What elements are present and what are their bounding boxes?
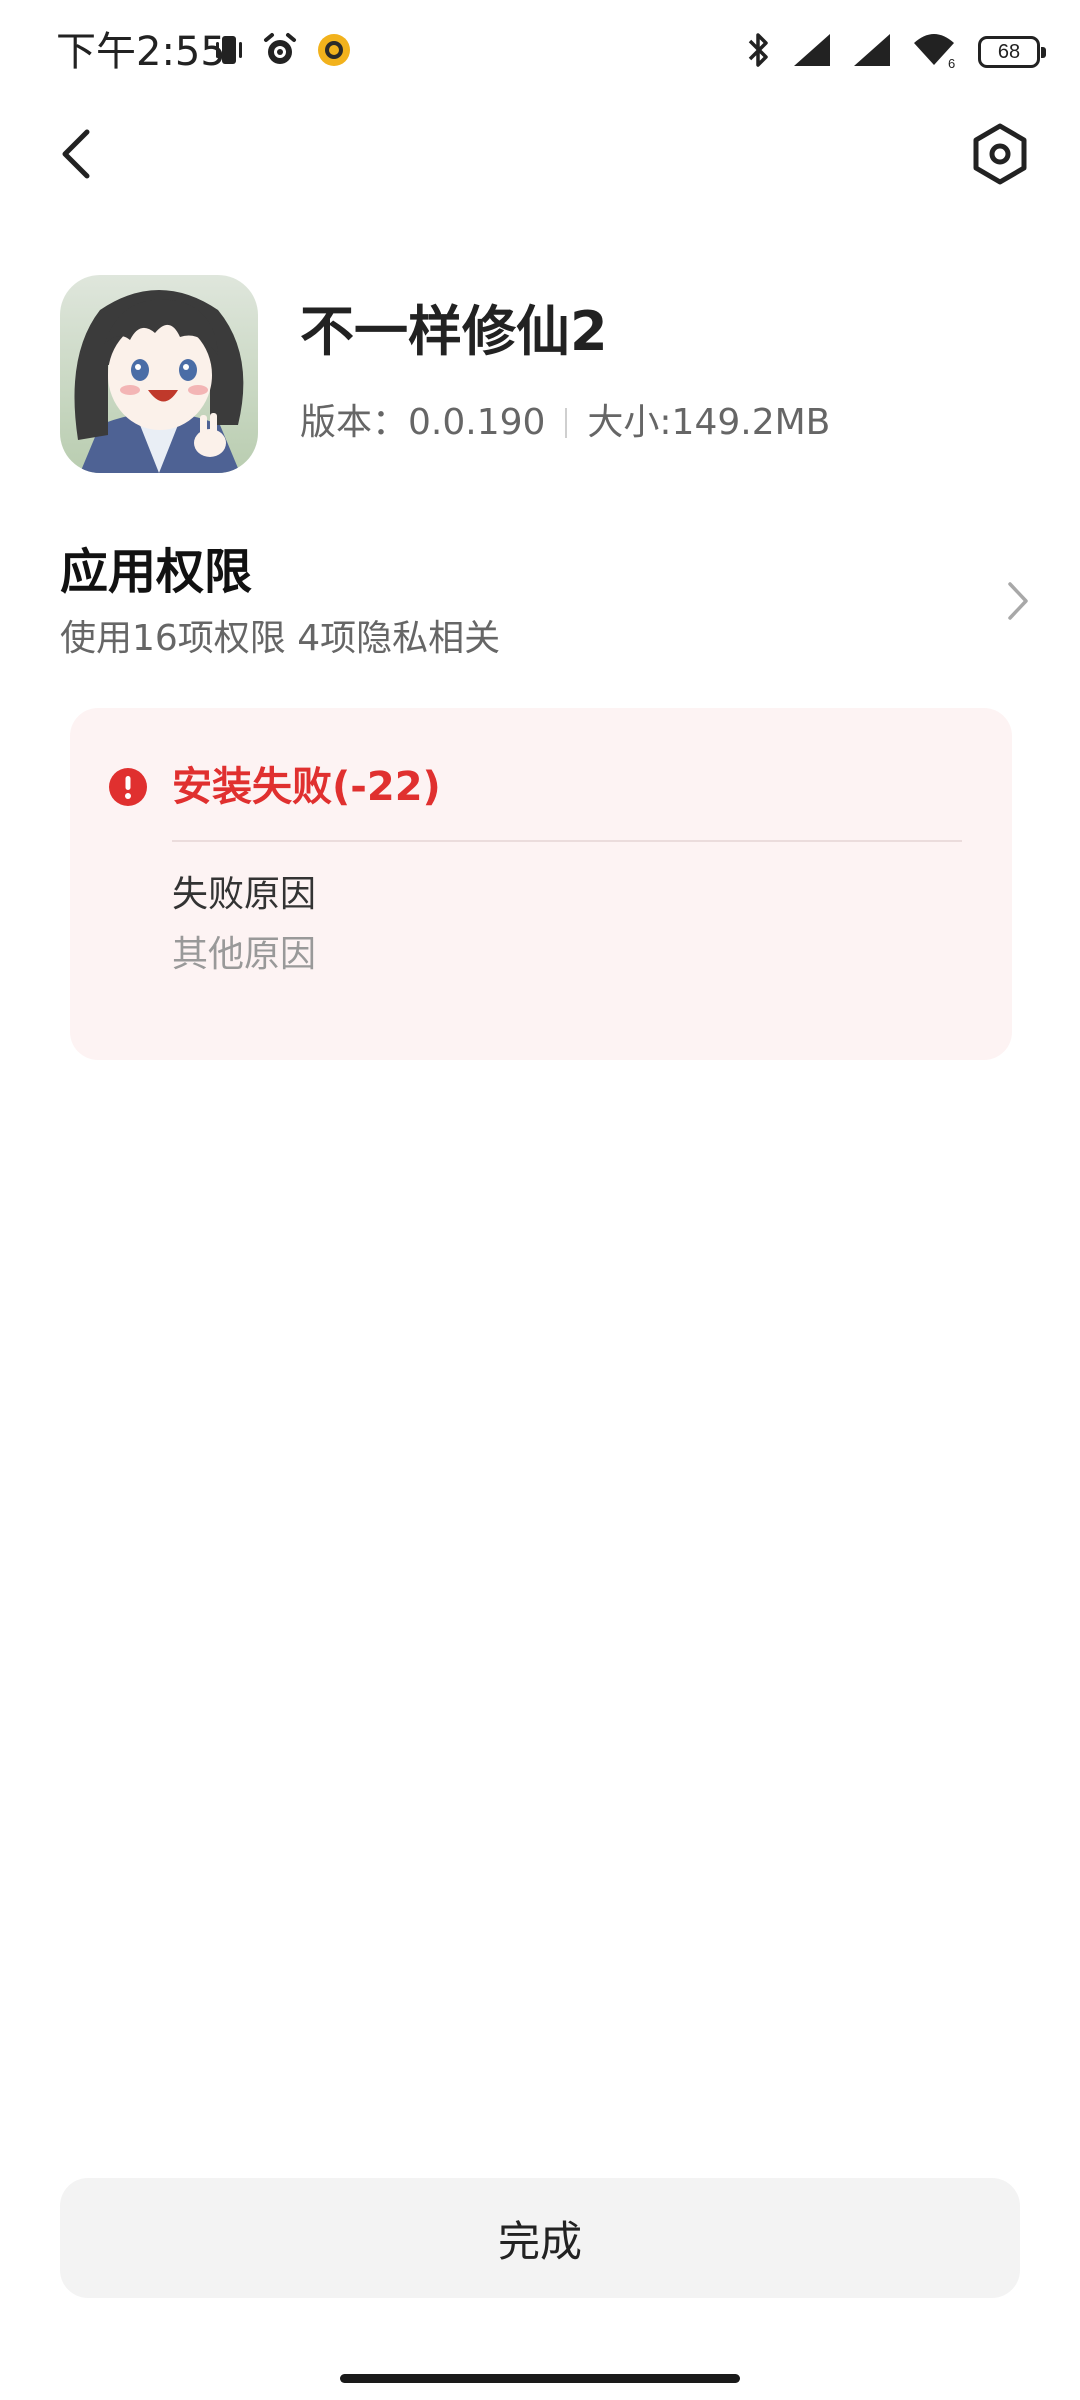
app-meta: 版本：0.0.190 大小:149.2MB (300, 398, 830, 448)
home-indicator[interactable] (340, 2374, 740, 2383)
app-icon (60, 275, 258, 473)
back-button[interactable] (44, 120, 108, 192)
chevron-left-icon (59, 128, 93, 184)
alarm-icon (262, 32, 298, 72)
signal-icon (852, 32, 892, 72)
error-alert-icon (108, 767, 148, 807)
installer-result-screen: 下午2:55 6 68 不一样修仙2 版本：0.0.190 大小:149.2MB… (0, 0, 1080, 2400)
app-size: 大小:149.2MB (587, 402, 831, 443)
permissions-subtitle: 使用16项权限 4项隐私相关 (60, 618, 501, 659)
permissions-title: 应用权限 (60, 544, 253, 600)
app-notification-icon (316, 32, 352, 72)
chevron-right-icon (1006, 580, 1030, 626)
hexagon-settings-icon (970, 123, 1030, 189)
status-left-icons (214, 32, 352, 72)
status-time: 下午2:55 (56, 29, 226, 75)
install-error-card: 安装失败(-22) 失败原因 其他原因 (70, 708, 1012, 1060)
settings-button[interactable] (964, 120, 1036, 192)
failure-reason-value: 其他原因 (172, 934, 317, 975)
error-divider (172, 840, 962, 842)
status-bar: 下午2:55 6 68 (0, 0, 1080, 104)
permissions-row[interactable]: 应用权限 使用16项权限 4项隐私相关 (60, 530, 1030, 670)
app-version: 版本：0.0.190 (300, 402, 546, 443)
failure-reason-label: 失败原因 (172, 874, 317, 915)
done-button[interactable]: 完成 (60, 2178, 1020, 2298)
vibrate-icon (214, 32, 244, 72)
app-name: 不一样修仙2 (300, 300, 608, 363)
install-error-title: 安装失败(-22) (172, 764, 441, 810)
battery-icon: 68 (978, 36, 1046, 68)
svg-text:6: 6 (948, 56, 955, 69)
battery-level: 68 (997, 41, 1021, 63)
bluetooth-icon (744, 30, 772, 74)
wifi-icon: 6 (912, 31, 958, 73)
status-right-icons: 6 68 (744, 30, 1046, 74)
signal-icon (792, 32, 832, 72)
meta-divider (565, 408, 568, 438)
